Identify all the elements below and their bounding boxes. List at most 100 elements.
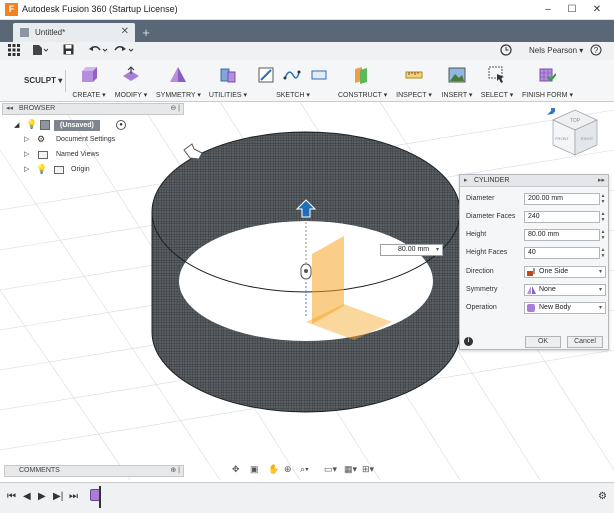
- sketch-menu[interactable]: SKETCH ▾: [254, 63, 332, 100]
- timeline-settings-gear-icon[interactable]: ⚙: [598, 491, 607, 502]
- insert-menu[interactable]: INSERT ▾: [440, 63, 474, 100]
- new-tab-button[interactable]: +: [138, 25, 154, 41]
- height-faces-stepper[interactable]: ▲ ▼: [600, 247, 606, 259]
- diameter-faces-stepper[interactable]: ▲ ▼: [600, 211, 606, 223]
- step-forward-icon[interactable]: ▶|: [53, 491, 63, 502]
- visibility-bulb-icon[interactable]: 💡: [36, 164, 47, 175]
- tree-expand-icon[interactable]: ▷: [24, 135, 29, 143]
- construct-plane-icon: [355, 67, 367, 84]
- pan-hand-icon[interactable]: ✋: [268, 464, 279, 475]
- inspect-menu[interactable]: INSPECT ▾: [394, 63, 434, 100]
- insert-image-icon: [448, 67, 466, 83]
- chevron-down-icon[interactable]: ▾: [436, 245, 439, 255]
- close-window-button[interactable]: ✕: [588, 2, 606, 17]
- cancel-button[interactable]: Cancel: [567, 336, 603, 348]
- browser-panel-header[interactable]: ◂◂ BROWSER ⊖ |: [2, 103, 184, 115]
- ok-button[interactable]: OK: [525, 336, 561, 348]
- symmetry-dropdown[interactable]: None ▾: [524, 284, 606, 296]
- browser-pin-icon[interactable]: ⊖ |: [170, 104, 180, 112]
- data-panel-grid-icon[interactable]: [8, 44, 20, 59]
- step-back-icon[interactable]: ◀: [23, 491, 31, 502]
- display-settings-icon[interactable]: ▭▾: [324, 464, 337, 475]
- height-stepper[interactable]: ▲ ▼: [600, 229, 606, 241]
- document-tab[interactable]: Untitled* ✕: [13, 23, 135, 42]
- go-to-start-icon[interactable]: ⏮: [7, 491, 16, 502]
- user-account-menu[interactable]: Nels Pearson ▾: [529, 46, 583, 55]
- tree-expand-icon[interactable]: ◢: [14, 121, 19, 129]
- orbit-nav-icon[interactable]: ✥: [232, 464, 240, 475]
- folder-icon: [54, 166, 64, 174]
- activate-radio-icon[interactable]: ●: [116, 120, 126, 130]
- visibility-bulb-icon[interactable]: 💡: [26, 119, 37, 130]
- view-cube[interactable]: TOP FRONT RIGHT: [547, 108, 598, 156]
- browser-item-label: Document Settings: [56, 136, 116, 143]
- symmetry-row: Symmetry None ▾: [466, 284, 606, 297]
- height-dimension-input[interactable]: 80.00 mm ▾: [380, 244, 443, 256]
- browser-item-label: Named Views: [56, 151, 100, 158]
- info-icon[interactable]: i: [464, 337, 473, 346]
- tree-expand-icon[interactable]: ▷: [24, 165, 29, 173]
- finish-form-menu-label: FINISH FORM ▾: [522, 92, 573, 99]
- cylinder-dialog-header[interactable]: ▸ CYLINDER ▸▸: [460, 175, 608, 187]
- redo-icon[interactable]: [114, 44, 136, 59]
- look-at-icon[interactable]: ▣: [250, 464, 259, 475]
- zoom-icon[interactable]: ⊕: [284, 464, 292, 475]
- viewcube-front-label[interactable]: FRONT: [555, 136, 569, 141]
- comments-title: COMMENTS: [19, 467, 60, 474]
- go-to-end-icon[interactable]: ⏭: [69, 491, 78, 502]
- browser-item-document-settings[interactable]: ▷ ⚙ Document Settings: [24, 134, 124, 148]
- file-menu-icon[interactable]: [32, 44, 49, 59]
- collapse-dialog-icon[interactable]: ▸: [464, 176, 468, 184]
- browser-root-node[interactable]: ◢ 💡 (Unsaved) ●: [14, 119, 126, 133]
- finish-form-menu[interactable]: FINISH FORM ▾: [522, 63, 573, 100]
- height-input[interactable]: 80.00 mm: [524, 229, 600, 241]
- direction-label: Direction: [466, 268, 494, 275]
- diameter-stepper[interactable]: ▲ ▼: [600, 193, 606, 205]
- construct-menu[interactable]: CONSTRUCT ▾: [338, 63, 387, 100]
- undo-icon[interactable]: [88, 44, 108, 59]
- height-faces-input[interactable]: 40: [524, 247, 600, 259]
- job-status-clock-icon[interactable]: [500, 44, 512, 59]
- create-menu-label: CREATE ▾: [72, 92, 106, 99]
- timeline-bar: ⏮ ◀ ▶ ▶| ⏭ ⚙: [0, 482, 614, 513]
- close-tab-icon[interactable]: ✕: [121, 26, 129, 37]
- workspace-switcher[interactable]: SCULPT ▾: [8, 70, 66, 92]
- operation-dropdown[interactable]: New Body ▾: [524, 302, 606, 314]
- modify-form-icon: [123, 66, 139, 81]
- direction-value: One Side: [539, 268, 569, 275]
- diameter-faces-input[interactable]: 240: [524, 211, 600, 223]
- grid-settings-icon[interactable]: ▦▾: [344, 464, 357, 475]
- direction-dropdown[interactable]: One Side ▾: [524, 266, 606, 278]
- modify-menu[interactable]: MODIFY ▾: [112, 63, 150, 100]
- cylinder-dialog: ▸ CYLINDER ▸▸ Diameter 200.00 mm ▲ ▼ Diam…: [459, 174, 609, 350]
- viewcube-right-label[interactable]: RIGHT: [581, 136, 594, 141]
- component-icon: [40, 120, 50, 130]
- select-menu[interactable]: SELECT ▾: [480, 63, 514, 100]
- viewcube-top-label[interactable]: TOP: [570, 118, 581, 124]
- play-icon[interactable]: ▶: [38, 491, 46, 502]
- timeline-marker[interactable]: [99, 486, 101, 508]
- modify-menu-label: MODIFY ▾: [114, 92, 148, 99]
- diameter-input[interactable]: 200.00 mm: [524, 193, 600, 205]
- help-glyph: ?: [594, 46, 599, 55]
- create-menu[interactable]: CREATE ▾: [70, 63, 108, 100]
- symmetry-icon: [170, 67, 186, 82]
- symmetry-menu-label: SYMMETRY ▾: [156, 92, 201, 99]
- browser-item-origin[interactable]: ▷ 💡 Origin: [24, 164, 124, 178]
- save-icon[interactable]: [63, 44, 74, 58]
- minimize-button[interactable]: –: [539, 2, 557, 17]
- tree-expand-icon[interactable]: ▷: [24, 150, 29, 158]
- viewports-icon[interactable]: ⊞▾: [362, 464, 374, 475]
- symmetry-menu[interactable]: SYMMETRY ▾: [156, 63, 201, 100]
- fit-zoom-icon[interactable]: ⌕▾: [300, 464, 309, 475]
- comments-add-icon[interactable]: ⊕ |: [170, 466, 180, 474]
- maximize-button[interactable]: ☐: [563, 2, 581, 17]
- symmetry-value: None: [539, 286, 556, 293]
- collapse-browser-icon[interactable]: ◂◂: [6, 104, 13, 112]
- utilities-menu[interactable]: UTILITIES ▾: [208, 63, 248, 100]
- comments-panel-header[interactable]: COMMENTS ⊕ |: [4, 465, 184, 477]
- navigation-bar: ✥ ▣ ✋ ⊕ ⌕▾ ▭▾ ▦▾ ⊞▾: [228, 464, 382, 478]
- browser-item-named-views[interactable]: ▷ Named Views: [24, 149, 124, 163]
- help-icon[interactable]: ?: [590, 44, 602, 59]
- expand-dialog-icon[interactable]: ▸▸: [598, 176, 605, 184]
